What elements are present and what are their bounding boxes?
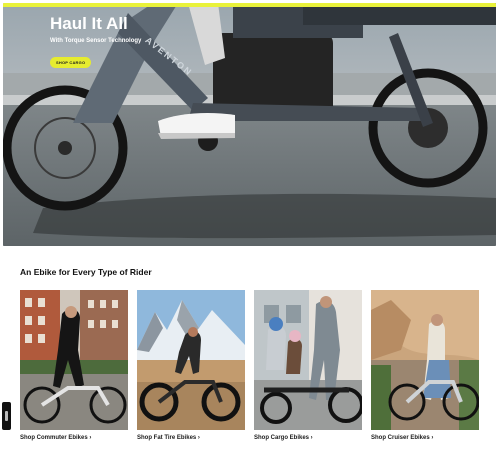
shop-cargo-link[interactable]: Shop Cargo Ebikes › [254, 435, 313, 441]
hero-subtitle: With Torque Sensor Technology [50, 38, 142, 44]
card-commuter[interactable]: Shop Commuter Ebikes › [20, 290, 128, 450]
hero-copy: Haul It All With Torque Sensor Technolog… [50, 14, 141, 69]
shop-commuter-link[interactable]: Shop Commuter Ebikes › [20, 435, 91, 441]
shop-fat-tire-link[interactable]: Shop Fat Tire Ebikes › [137, 435, 200, 441]
card-cruiser[interactable]: Shop Cruiser Ebikes › [371, 290, 479, 450]
section-title: An Ebike for Every Type of Rider [20, 267, 152, 277]
shop-cruiser-link[interactable]: Shop Cruiser Ebikes › [371, 435, 433, 441]
hero-accent-bar [3, 3, 496, 7]
card-fat-tire[interactable]: Shop Fat Tire Ebikes › [137, 290, 245, 450]
hero-title: Haul It All [50, 14, 128, 33]
page: AVENTON Haul It All With Torque Sensor T… [0, 0, 500, 455]
card-cargo[interactable]: Shop Cargo Ebikes › [254, 290, 362, 450]
commuter-image [20, 290, 128, 430]
rider-type-cards: Shop Commuter Ebikes › Shop Fat Tire Ebi… [20, 290, 480, 450]
chat-icon[interactable] [2, 402, 11, 430]
cargo-image [254, 290, 362, 430]
shop-cargo-button[interactable]: SHOP CARGO [50, 57, 92, 68]
cruiser-image [371, 290, 479, 430]
hero-banner[interactable]: AVENTON Haul It All With Torque Sensor T… [3, 3, 496, 246]
fat-tire-image [137, 290, 245, 430]
